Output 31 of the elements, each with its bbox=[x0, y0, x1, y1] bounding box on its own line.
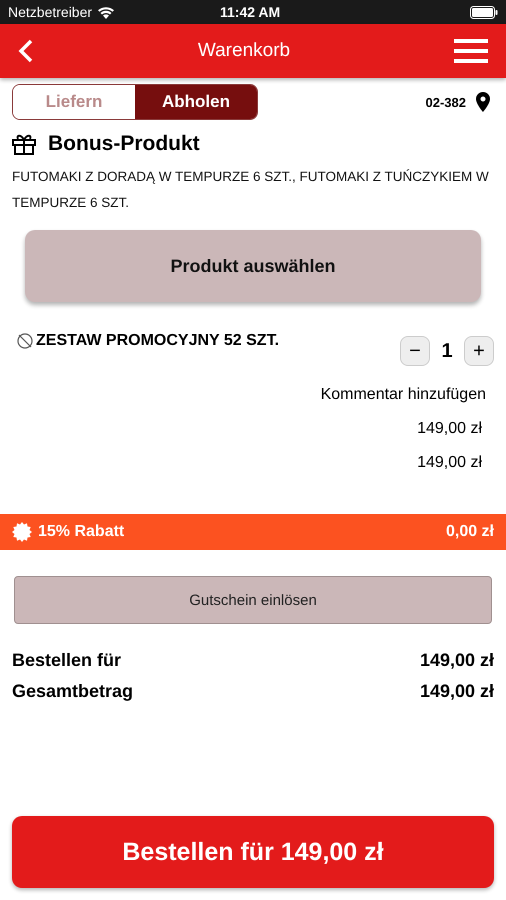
battery-icon bbox=[470, 6, 498, 18]
increase-button[interactable]: + bbox=[464, 336, 494, 366]
wifi-icon bbox=[97, 6, 116, 18]
mode-tab[interactable]: Abholen bbox=[135, 85, 257, 119]
gift-icon bbox=[12, 133, 36, 155]
badge-icon bbox=[12, 522, 32, 542]
decrease-button[interactable]: − bbox=[400, 336, 430, 366]
total-label: Gesamtbetrag bbox=[12, 681, 134, 702]
postcode: 02-382 bbox=[426, 94, 466, 110]
menu-icon[interactable] bbox=[454, 39, 488, 63]
location-pin-icon[interactable] bbox=[476, 92, 490, 112]
back-icon[interactable] bbox=[18, 39, 34, 63]
add-comment-link[interactable]: Kommentar hinzufügen bbox=[320, 386, 486, 404]
voucher-button[interactable]: Gutschein einlösen bbox=[14, 576, 492, 624]
no-image-icon bbox=[16, 332, 34, 350]
page-title: Warenkorb bbox=[198, 40, 290, 62]
product-name: ZESTAW PROMOCYJNY 52 SZT. bbox=[36, 332, 280, 350]
bonus-description: FUTOMAKI Z DORADĄ W TEMPURZE 6 SZT., FUTOMAKI Z TUŃCZYKIEM W TEMPURZE 6 SZT. bbox=[12, 168, 490, 212]
section-title: Bonus-Produkt bbox=[48, 132, 200, 156]
quantity: 1 bbox=[440, 340, 454, 362]
unit-price: 149,00 zł bbox=[417, 420, 482, 438]
discount-label: 15% Rabatt bbox=[38, 523, 124, 541]
choose-product-button[interactable]: Produkt auswählen bbox=[25, 230, 481, 302]
clock-time: 11:42 AM bbox=[220, 4, 280, 20]
order-button[interactable]: Bestellen für 149,00 zł bbox=[12, 816, 494, 888]
total-label: Bestellen für bbox=[12, 650, 122, 671]
total-value: 149,00 zł bbox=[420, 650, 494, 671]
discount-amount: 0,00 zł bbox=[446, 523, 494, 541]
carrier-name: Netzbetreiber bbox=[8, 4, 92, 20]
line-total: 149,00 zł bbox=[417, 454, 482, 472]
total-value: 149,00 zł bbox=[420, 681, 494, 702]
